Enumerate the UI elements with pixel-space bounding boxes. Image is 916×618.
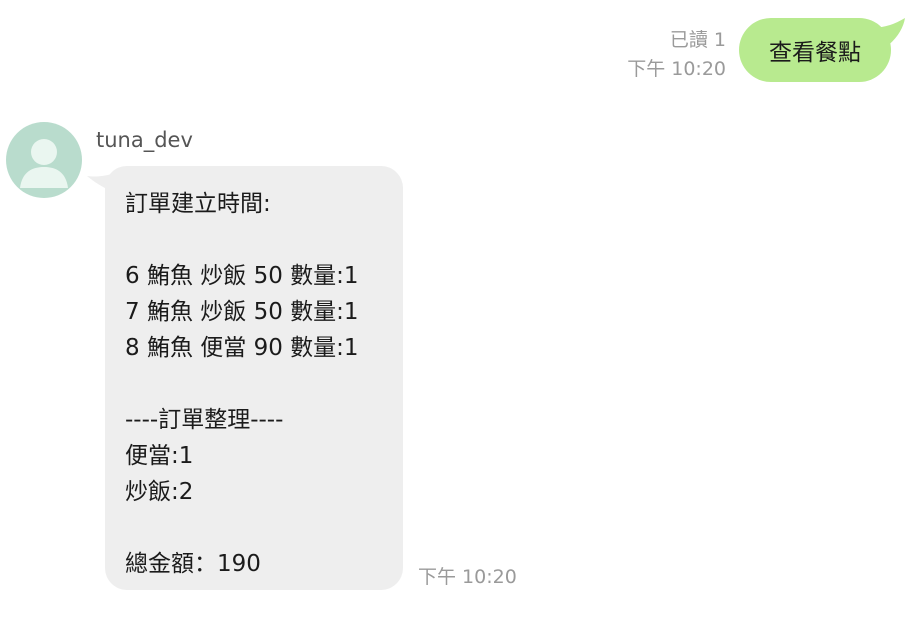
message-line: 便當:1 — [125, 443, 194, 469]
message-line — [125, 366, 403, 402]
message-line: 7 鮪魚 炒飯 50 數量:1 — [125, 299, 359, 325]
message-line: 炒飯:2 — [125, 479, 194, 505]
outgoing-message-time: 下午 10:20 — [627, 58, 726, 80]
outgoing-message-meta: 已讀 1 下午 10:20 — [627, 26, 726, 84]
message-line — [125, 510, 403, 546]
outgoing-message-bubble[interactable]: 查看餐點 — [739, 18, 891, 82]
sender-name: tuna_dev — [96, 128, 193, 152]
message-line — [125, 222, 403, 258]
message-line: 8 鮪魚 便當 90 數量:1 — [125, 335, 359, 361]
message-line: 總金額：190 — [125, 551, 261, 577]
message-line: 6 鮪魚 炒飯 50 數量:1 — [125, 263, 359, 289]
outgoing-message-text: 查看餐點 — [769, 40, 861, 66]
message-line: 訂單建立時間: — [125, 191, 271, 217]
sender-avatar[interactable] — [6, 122, 82, 198]
message-line: ----訂單整理---- — [125, 407, 284, 433]
default-user-avatar-icon — [20, 139, 68, 188]
incoming-message-bubble[interactable]: 訂單建立時間: 6 鮪魚 炒飯 50 數量:1 7 鮪魚 炒飯 50 數量:1 … — [105, 166, 403, 590]
read-receipt: 已讀 1 — [669, 29, 726, 51]
incoming-message-time: 下午 10:20 — [418, 566, 517, 588]
